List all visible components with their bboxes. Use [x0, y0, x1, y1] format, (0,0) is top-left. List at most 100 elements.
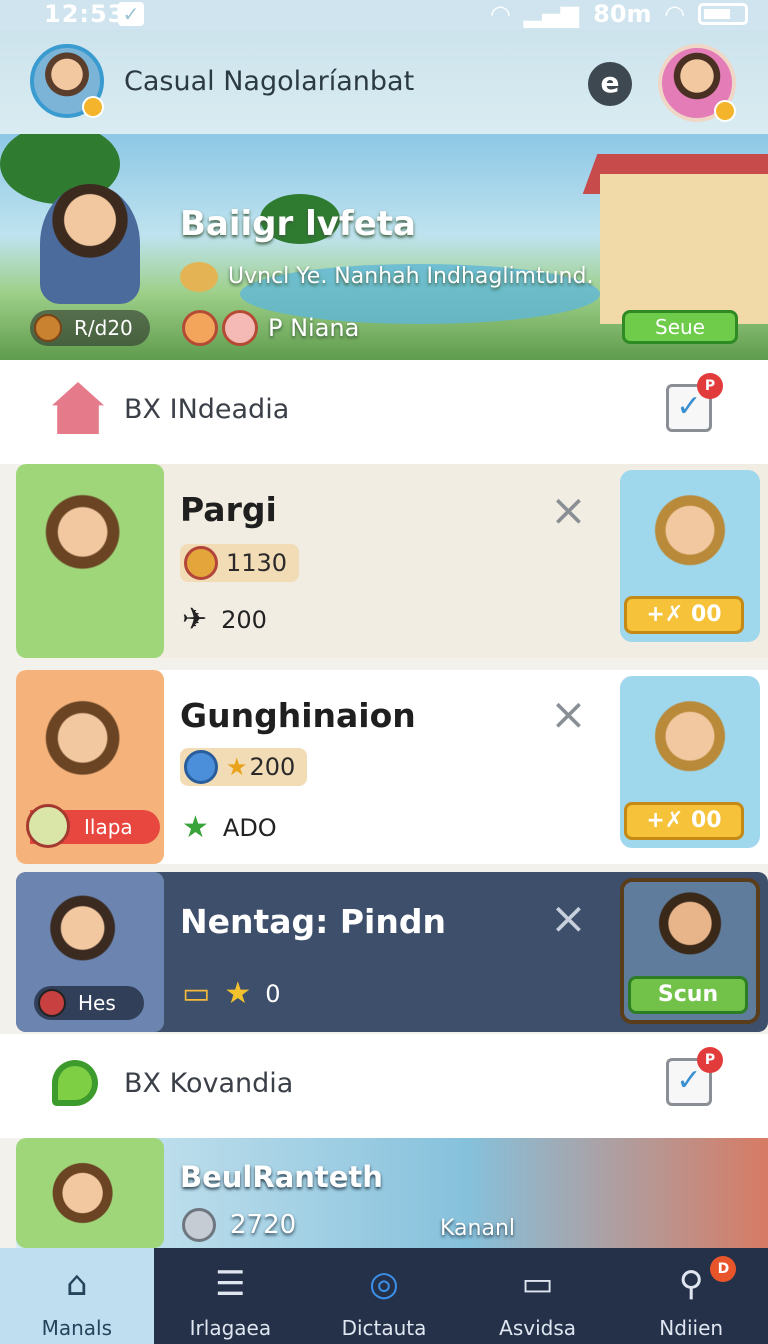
hero-level-text: R/d20 [74, 316, 133, 340]
card-meta: ★ ADO [182, 810, 277, 845]
plane-icon: ✈ [182, 602, 208, 637]
section-header-1: BX INdeadia ✓ P [0, 360, 768, 464]
bowl-icon [180, 262, 218, 292]
face-icon [182, 310, 218, 346]
profile-badge-icon [714, 100, 736, 122]
section-2-label: BX Kovandia [124, 1068, 294, 1099]
section-1-label: BX INdeadia [124, 394, 290, 425]
card-stat-value: 200 [249, 753, 296, 781]
green-star-icon: ★ [182, 810, 209, 845]
card-meta-value: 0 [265, 979, 281, 1008]
bottom-navigation: ⌂ Manals ☰ Irlagaea ◎ Dictauta ▭ Asvidsa… [0, 1248, 768, 1344]
card-title: BeulRanteth [180, 1160, 383, 1194]
card-meta: ▭ ★ 0 [182, 976, 281, 1011]
clock-icon [184, 750, 218, 784]
nav-item-ndiien[interactable]: ⚲ D Ndiien [614, 1248, 768, 1344]
status-icons: ◠ ▂▄▆ 80m ◠ [491, 0, 748, 28]
search-icon: ⚲ [678, 1264, 704, 1304]
card-meta-value: 200 [221, 605, 267, 634]
card-meta: ✈ 200 [182, 602, 267, 637]
reward-thumbnail[interactable]: +✗ 00 [620, 470, 760, 642]
section-header-2: BX Kovandia ✓ P [0, 1034, 768, 1138]
nav-item-asvidsa[interactable]: ▭ Asvidsa [461, 1248, 615, 1344]
house-icon [52, 382, 104, 434]
card-title: Nentag: Pindn [180, 902, 446, 941]
card-thumbnail [16, 464, 164, 658]
reward-button[interactable]: +✗ 00 [624, 802, 744, 840]
close-icon[interactable]: × [550, 897, 587, 941]
face-icon-2 [222, 310, 258, 346]
card-extra-label: Kananl [440, 1216, 516, 1241]
hero-level-pill: R/d20 [30, 310, 150, 346]
battery-icon [698, 3, 748, 25]
card-title: Pargi [180, 490, 277, 529]
reward-thumbnail[interactable]: +✗ 00 [620, 676, 760, 848]
card-ribbon-text: Ilapa [84, 815, 133, 839]
card-stat: 1130 [180, 544, 300, 582]
card-meta: 2720 [182, 1208, 296, 1242]
leaf-icon [52, 1060, 98, 1106]
wifi-icon: ◠ [491, 0, 510, 28]
card-thumbnail [16, 1138, 164, 1248]
list-item[interactable]: Hes Nentag: Pindn × ▭ ★ 0 Scun [16, 872, 768, 1032]
nav-item-manals[interactable]: ⌂ Manals [0, 1248, 154, 1344]
hero-title: Baiigr lvfeta [180, 204, 416, 244]
status-right-text: 80m [593, 0, 652, 28]
avatar-badge-icon [82, 96, 104, 118]
disc-icon [182, 1208, 216, 1242]
status-time: 12:53 [44, 0, 126, 28]
signal-icon: ▂▄▆ [523, 0, 580, 28]
close-icon[interactable]: × [550, 489, 587, 533]
app-header: Casual Nagolaríanbat e [0, 30, 768, 134]
nav-label: Asvidsa [499, 1316, 577, 1340]
checklist-icon[interactable]: ✓ P [666, 373, 723, 432]
card-meta-value: ADO [222, 813, 277, 842]
chat-icon[interactable]: e [588, 62, 632, 106]
checklist-badge: P [697, 373, 723, 399]
card-pill-text: Hes [78, 991, 116, 1015]
nav-badge: D [710, 1256, 737, 1282]
star-icon: ★ [224, 976, 252, 1011]
checklist-icon[interactable]: ✓ P [666, 1047, 723, 1106]
notification-check-icon: ✓ [118, 2, 144, 26]
nav-label: Dictauta [341, 1316, 427, 1340]
nav-item-irlagaea[interactable]: ☰ Irlagaea [154, 1248, 308, 1344]
nav-label: Ndiien [659, 1316, 724, 1340]
level-icon [34, 314, 62, 342]
close-icon[interactable]: × [550, 693, 587, 737]
wifi-icon-2: ◠ [665, 0, 684, 28]
star-icon: ★ [226, 753, 248, 781]
food-icon [26, 804, 70, 848]
checklist-badge: P [697, 1047, 723, 1073]
hero-banner[interactable]: Baiigr lvfeta Uvncl Ye. Nanhah Indhaglim… [0, 134, 768, 360]
card-title: Gunghinaion [180, 696, 416, 735]
chest-icon: ▭ [182, 976, 211, 1011]
profile-avatar[interactable] [658, 44, 736, 122]
reward-thumbnail[interactable]: Scun [620, 878, 760, 1024]
hero-action-button[interactable]: Seue [622, 310, 738, 344]
home-icon: ⌂ [66, 1264, 88, 1304]
card-stat-value: 1130 [226, 549, 288, 577]
hero-character [40, 184, 140, 304]
card-stat: ★ 200 [180, 748, 308, 786]
screen-icon: ▭ [521, 1264, 554, 1304]
hero-group: P Niana [182, 310, 359, 346]
list-item[interactable]: Pargi × 1130 ✈ 200 +✗ 00 [16, 464, 768, 658]
list-item[interactable]: BeulRanteth 2720 Kananl [16, 1138, 768, 1248]
status-bar: 12:53 ✓ ◠ ▂▄▆ 80m ◠ [0, 0, 768, 30]
app-title: Casual Nagolaríanbat [124, 66, 415, 97]
card-ribbon: Ilapa [26, 804, 160, 848]
reward-button[interactable]: Scun [628, 976, 748, 1014]
badge-icon [38, 989, 66, 1017]
house-illustration [600, 174, 768, 324]
card-meta-value: 2720 [230, 1210, 297, 1240]
hero-subtitle: Uvncl Ye. Nanhah Indhaglimtund. [228, 264, 594, 289]
reward-button[interactable]: +✗ 00 [624, 596, 744, 634]
list-item[interactable]: Ilapa Gunghinaion × ★ 200 ★ ADO +✗ 00 [16, 670, 768, 864]
hero-group-label: P Niana [268, 314, 360, 342]
document-icon: ☰ [215, 1264, 246, 1304]
nav-item-dictauta[interactable]: ◎ Dictauta [307, 1248, 461, 1344]
nav-label: Manals [41, 1316, 112, 1340]
user-avatar[interactable] [30, 44, 104, 118]
nav-label: Irlagaea [189, 1316, 272, 1340]
